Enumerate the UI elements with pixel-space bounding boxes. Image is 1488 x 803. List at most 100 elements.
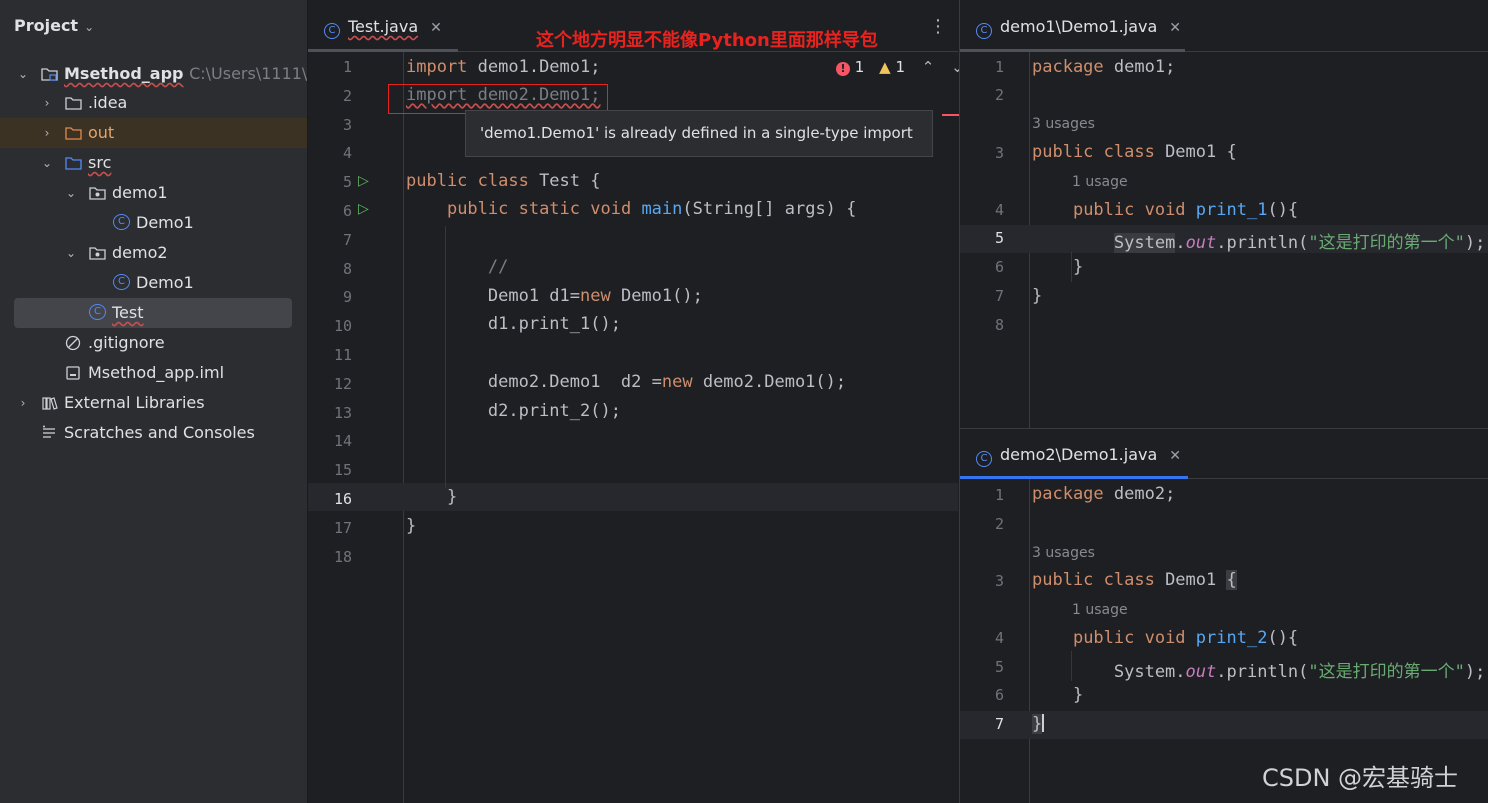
run-icon[interactable]: ▷ <box>358 201 369 217</box>
tree-item-gitignore[interactable]: .gitignore <box>0 328 307 358</box>
usages-hint[interactable]: 3 usages <box>1032 116 1095 132</box>
error-tooltip: 'demo1.Demo1' is already defined in a si… <box>465 110 933 157</box>
code-line-4: public void print_2(){ <box>1072 628 1299 648</box>
class-icon: C <box>324 23 340 39</box>
usages-hint[interactable]: 3 usages <box>1032 545 1095 561</box>
line-number[interactable]: 1 <box>308 58 352 76</box>
line-number[interactable]: 1 <box>960 58 1004 76</box>
chevron-right-icon[interactable]: › <box>41 118 53 148</box>
tree-item-iml[interactable]: Msethod_app.iml <box>0 358 307 388</box>
chevron-down-icon[interactable]: ⌄ <box>17 59 29 89</box>
inspection-widget[interactable]: ! 1 ▲ 1 ⌃ ⌄ <box>836 58 964 80</box>
chevron-down-icon[interactable]: ⌄ <box>65 178 77 208</box>
line-number[interactable]: 8 <box>960 316 1004 334</box>
code-line-5: System.out.println("这是打印的第一个"); <box>1113 233 1486 253</box>
tree-item-test[interactable]: C Test <box>14 298 292 328</box>
tree-label: .idea <box>88 93 128 112</box>
line-number[interactable]: 5 <box>308 173 352 191</box>
line-number[interactable]: 3 <box>308 116 352 134</box>
tab-test-java[interactable]: C Test.java ✕ <box>324 0 442 52</box>
tree-item-external-libraries[interactable]: › External Libraries <box>0 388 307 418</box>
line-number[interactable]: 11 <box>308 346 352 364</box>
code-line-4: public void print_1(){ <box>1072 200 1299 220</box>
error-icon: ! <box>836 62 850 76</box>
close-icon[interactable]: ✕ <box>1169 20 1181 36</box>
line-number[interactable]: 5 <box>960 658 1004 676</box>
line-number[interactable]: 1 <box>960 486 1004 504</box>
tree-item-demo1-class[interactable]: C Demo1 <box>0 208 307 238</box>
line-number[interactable]: 9 <box>308 288 352 306</box>
run-icon[interactable]: ▷ <box>358 173 369 189</box>
class-icon: C <box>113 274 130 290</box>
library-icon <box>42 397 58 410</box>
line-number[interactable]: 4 <box>308 144 352 162</box>
line-number[interactable]: 18 <box>308 548 352 566</box>
class-icon: C <box>976 451 992 467</box>
code-line-6: } <box>1032 685 1084 705</box>
close-icon[interactable]: ✕ <box>1169 448 1181 464</box>
line-number[interactable]: 12 <box>308 375 352 393</box>
project-panel: Project ⌄ ⌄ Msethod_app C:\Users\1111\Id … <box>0 0 322 803</box>
tab-demo2-java[interactable]: Cdemo2\Demo1.java ✕ <box>976 429 1181 479</box>
error-count: 1 <box>854 58 865 76</box>
line-number[interactable]: 13 <box>308 404 352 422</box>
line-number[interactable]: 7 <box>308 231 352 249</box>
line-number[interactable]: 15 <box>308 461 352 479</box>
line-number[interactable]: 2 <box>308 87 352 105</box>
more-options-icon[interactable]: ⋮ <box>929 0 947 52</box>
line-number[interactable]: 7 <box>960 715 1004 733</box>
module-file-icon <box>66 366 80 380</box>
line-number[interactable]: 14 <box>308 432 352 450</box>
tree-item-src[interactable]: ⌄ src <box>0 148 307 178</box>
error-stripe-marker[interactable] <box>942 114 959 116</box>
gutter-divider <box>1029 479 1030 803</box>
chevron-right-icon[interactable]: › <box>17 388 29 418</box>
line-number[interactable]: 4 <box>960 201 1004 219</box>
code-line-6: } <box>1032 257 1084 277</box>
tab-underline-active <box>960 476 1188 479</box>
chevron-down-icon[interactable]: ⌄ <box>84 20 94 34</box>
code-line-5: public class Test { <box>406 171 601 191</box>
line-number[interactable]: 6 <box>308 202 352 220</box>
tree-item-msethod-app[interactable]: ⌄ Msethod_app C:\Users\1111\Id <box>0 59 322 89</box>
project-view-selector[interactable]: Project ⌄ <box>14 16 94 35</box>
excluded-folder-icon <box>65 127 82 140</box>
line-number[interactable]: 4 <box>960 629 1004 647</box>
line-number[interactable]: 5 <box>960 229 1004 247</box>
line-number[interactable]: 6 <box>960 258 1004 276</box>
code-line-16: } <box>406 487 458 507</box>
line-number[interactable]: 16 <box>308 490 352 508</box>
code-line-7: } <box>1032 714 1045 734</box>
tab-demo1-java[interactable]: Cdemo1\Demo1.java ✕ <box>976 0 1181 52</box>
line-number[interactable]: 3 <box>960 572 1004 590</box>
chevron-right-icon[interactable]: › <box>41 88 53 118</box>
tree-item-scratches[interactable]: Scratches and Consoles <box>0 418 307 448</box>
class-icon: C <box>89 304 106 320</box>
chevron-up-icon[interactable]: ⌃ <box>922 58 935 76</box>
line-number[interactable]: 10 <box>308 317 352 335</box>
line-number[interactable]: 7 <box>960 287 1004 305</box>
line-number[interactable]: 6 <box>960 686 1004 704</box>
tab-label: demo2\Demo1.java <box>1000 445 1158 464</box>
code-line-7: } <box>1032 286 1043 306</box>
ignored-file-icon <box>65 335 81 351</box>
tree-item-demo2-class[interactable]: C Demo1 <box>0 268 307 298</box>
line-number[interactable]: 2 <box>960 86 1004 104</box>
usages-hint[interactable]: 1 usage <box>1072 174 1128 190</box>
scratches-icon <box>43 425 55 438</box>
chevron-down-icon[interactable]: ⌄ <box>41 148 53 178</box>
chevron-down-icon[interactable]: ⌄ <box>65 238 77 268</box>
tree-item-out[interactable]: › out <box>0 118 307 148</box>
tree-item-demo2[interactable]: ⌄ demo2 <box>0 238 307 268</box>
class-icon: C <box>113 214 130 230</box>
tree-item-idea[interactable]: › .idea <box>0 88 307 118</box>
line-number[interactable]: 8 <box>308 260 352 278</box>
line-number[interactable]: 3 <box>960 144 1004 162</box>
line-number[interactable]: 2 <box>960 515 1004 533</box>
usages-hint[interactable]: 1 usage <box>1072 602 1128 618</box>
tree-item-demo1[interactable]: ⌄ demo1 <box>0 178 307 208</box>
close-icon[interactable]: ✕ <box>430 20 442 36</box>
code-line-10: d1.print_1(); <box>406 314 621 334</box>
code-line-3: public class Demo1 { <box>1032 570 1237 590</box>
line-number[interactable]: 17 <box>308 519 352 537</box>
